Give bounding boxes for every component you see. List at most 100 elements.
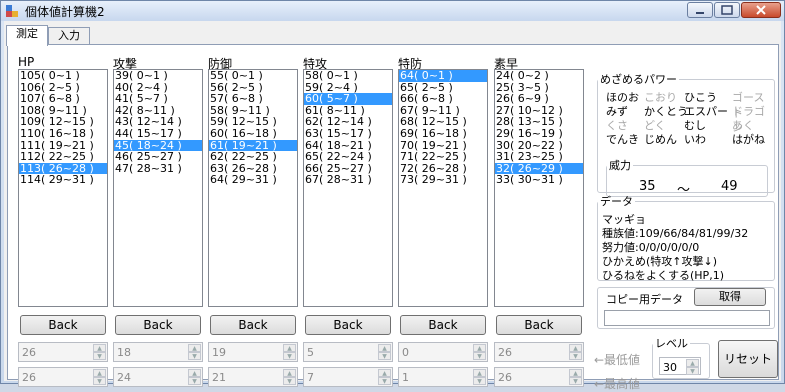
defense-back-button[interactable]: Back bbox=[210, 315, 296, 335]
sp-defense-max-stepper[interactable]: 1 ▲ ▼ bbox=[398, 367, 488, 387]
title-bar[interactable]: 個体値計算機2 bbox=[1, 1, 784, 21]
list-item[interactable]: 31( 23~25 ) bbox=[495, 151, 583, 163]
chevron-up-icon[interactable]: ▲ bbox=[283, 369, 296, 377]
tab-input[interactable]: 入力 bbox=[48, 27, 90, 45]
defense-min-stepper[interactable]: 19 ▲ ▼ bbox=[208, 342, 298, 362]
list-item[interactable]: 105( 0~1 ) bbox=[19, 70, 107, 82]
window-title: 個体値計算機2 bbox=[25, 5, 105, 19]
maximize-button[interactable] bbox=[714, 2, 740, 18]
sp-attack-max-value: 7 bbox=[307, 371, 314, 384]
chevron-up-icon[interactable]: ▲ bbox=[569, 369, 582, 377]
chevron-up-icon[interactable]: ▲ bbox=[188, 369, 201, 377]
chevron-up-icon[interactable]: ▲ bbox=[93, 369, 106, 377]
list-item[interactable]: 110( 16~18 ) bbox=[19, 128, 107, 140]
defense-listbox[interactable]: 55( 0~1 ) 56( 2~5 ) 57( 6~8 ) 58( 9~11 ) 59(… bbox=[208, 69, 298, 307]
close-button[interactable] bbox=[741, 2, 781, 18]
fetch-button[interactable]: 取得 bbox=[694, 288, 766, 306]
speed-max-stepper[interactable]: 26 ▲ ▼ bbox=[494, 367, 584, 387]
hp-back-button[interactable]: Back bbox=[20, 315, 106, 335]
hidden-power-label: めざめるパワー bbox=[600, 73, 677, 86]
measure-tab-page: HP 105( 0~1 ) 106( 2~5 ) 107( 6~8 ) 108( 9~1… bbox=[7, 44, 779, 391]
chevron-down-icon[interactable]: ▼ bbox=[473, 352, 486, 360]
list-item[interactable]: 60( 16~18 ) bbox=[209, 128, 297, 140]
sp-defense-back-button[interactable]: Back bbox=[400, 315, 486, 335]
level-value: 30 bbox=[663, 361, 677, 374]
chevron-down-icon[interactable]: ▼ bbox=[378, 352, 391, 360]
chevron-up-icon[interactable]: ▲ bbox=[283, 344, 296, 352]
list-item[interactable]: 46( 25~27 ) bbox=[114, 151, 202, 163]
hp-listbox[interactable]: 105( 0~1 ) 106( 2~5 ) 107( 6~8 ) 108( 9~11 … bbox=[18, 69, 108, 307]
sp-attack-min-value: 5 bbox=[307, 346, 314, 359]
list-item[interactable]: 47( 28~31 ) bbox=[114, 163, 202, 175]
list-item[interactable]: 112( 22~25 ) bbox=[19, 151, 107, 163]
chevron-up-icon[interactable]: ▲ bbox=[473, 344, 486, 352]
list-item[interactable]: 33( 30~31 ) bbox=[495, 174, 583, 186]
list-item[interactable]: 29( 16~19 ) bbox=[495, 128, 583, 140]
speed-listbox[interactable]: 24( 0~2 ) 25( 3~5 ) 26( 6~9 ) 27( 10~12 ) 28… bbox=[494, 69, 584, 307]
defense-max-stepper[interactable]: 21 ▲ ▼ bbox=[208, 367, 298, 387]
chevron-up-icon[interactable]: ▲ bbox=[473, 369, 486, 377]
chevron-down-icon[interactable]: ▼ bbox=[569, 352, 582, 360]
attack-min-value: 18 bbox=[117, 346, 131, 359]
sp-attack-max-stepper[interactable]: 7 ▲ ▼ bbox=[303, 367, 393, 387]
list-item[interactable]: 44( 15~17 ) bbox=[114, 128, 202, 140]
copy-data-textbox[interactable] bbox=[604, 310, 770, 326]
list-item[interactable]: 64( 0~1 ) bbox=[399, 70, 487, 82]
chevron-up-icon[interactable]: ▲ bbox=[686, 359, 699, 367]
list-item[interactable]: 55( 0~1 ) bbox=[209, 70, 297, 82]
list-item[interactable]: 39( 0~1 ) bbox=[114, 70, 202, 82]
sp-attack-min-stepper[interactable]: 5 ▲ ▼ bbox=[303, 342, 393, 362]
min-value-label: ←最低値 bbox=[594, 353, 641, 367]
list-item[interactable]: 63( 15~17 ) bbox=[304, 128, 392, 140]
list-item[interactable]: 67( 28~31 ) bbox=[304, 174, 392, 186]
hp-max-value: 26 bbox=[22, 371, 36, 384]
power-min-value: 35 bbox=[639, 179, 656, 194]
hp-max-stepper[interactable]: 26 ▲ ▼ bbox=[18, 367, 108, 387]
list-item[interactable]: 62( 22~25 ) bbox=[209, 151, 297, 163]
chevron-up-icon[interactable]: ▲ bbox=[188, 344, 201, 352]
hidden-power-type: いわ bbox=[684, 133, 706, 146]
hidden-power-group: めざめるパワー ほのお こおり ひこう ゴースト みず かくとう エスパー ドラゴン くさ どくむ… bbox=[597, 71, 775, 198]
chevron-up-icon[interactable]: ▲ bbox=[378, 369, 391, 377]
chevron-down-icon[interactable]: ▼ bbox=[93, 352, 106, 360]
chevron-up-icon[interactable]: ▲ bbox=[569, 344, 582, 352]
defense-min-value: 19 bbox=[212, 346, 226, 359]
speed-back-button[interactable]: Back bbox=[496, 315, 582, 335]
minimize-button[interactable] bbox=[687, 2, 713, 18]
data-label: データ bbox=[600, 195, 633, 208]
speed-min-stepper[interactable]: 26 ▲ ▼ bbox=[494, 342, 584, 362]
list-item[interactable]: 24( 0~2 ) bbox=[495, 70, 583, 82]
sp-attack-listbox[interactable]: 58( 0~1 ) 59( 2~4 ) 60( 5~7 ) 61( 8~11 ) 62(… bbox=[303, 69, 393, 307]
level-stepper[interactable]: 30 ▲ ▼ bbox=[659, 357, 701, 375]
chevron-down-icon[interactable]: ▼ bbox=[188, 352, 201, 360]
chevron-up-icon[interactable]: ▲ bbox=[378, 344, 391, 352]
sp-attack-back-button[interactable]: Back bbox=[305, 315, 391, 335]
attack-listbox[interactable]: 39( 0~1 ) 40( 2~4 ) 41( 5~7 ) 42( 8~11 ) 43(… bbox=[113, 69, 203, 307]
list-item[interactable]: 58( 0~1 ) bbox=[304, 70, 392, 82]
hidden-power-type: じめん bbox=[644, 133, 677, 146]
tab-measure[interactable]: 測定 bbox=[6, 25, 48, 46]
power-max-value: 49 bbox=[721, 179, 738, 194]
attack-back-button[interactable]: Back bbox=[115, 315, 201, 335]
hidden-power-type: でんき bbox=[606, 133, 639, 146]
sp-defense-min-stepper[interactable]: 0 ▲ ▼ bbox=[398, 342, 488, 362]
list-item[interactable]: 69( 16~18 ) bbox=[399, 128, 487, 140]
level-group: レベル 30 ▲ ▼ bbox=[652, 335, 710, 379]
attack-min-stepper[interactable]: 18 ▲ ▼ bbox=[113, 342, 203, 362]
sp-defense-listbox[interactable]: 64( 0~1 ) 65( 2~5 ) 66( 6~8 ) 67( 9~11 ) 68(… bbox=[398, 69, 488, 307]
defense-max-value: 21 bbox=[212, 371, 226, 384]
list-item[interactable]: 65( 22~24 ) bbox=[304, 151, 392, 163]
reset-button[interactable]: リセット bbox=[718, 340, 778, 378]
hidden-power-type: はがね bbox=[732, 133, 765, 146]
sp-defense-min-value: 0 bbox=[402, 346, 409, 359]
list-item[interactable]: 73( 29~31 ) bbox=[399, 174, 487, 186]
app-icon bbox=[6, 5, 18, 17]
chevron-down-icon[interactable]: ▼ bbox=[686, 367, 699, 375]
hp-min-stepper[interactable]: 26 ▲ ▼ bbox=[18, 342, 108, 362]
list-item[interactable]: 64( 29~31 ) bbox=[209, 174, 297, 186]
list-item[interactable]: 114( 29~31 ) bbox=[19, 174, 107, 186]
chevron-up-icon[interactable]: ▲ bbox=[93, 344, 106, 352]
attack-max-stepper[interactable]: 24 ▲ ▼ bbox=[113, 367, 203, 387]
chevron-down-icon[interactable]: ▼ bbox=[283, 352, 296, 360]
list-item[interactable]: 71( 22~25 ) bbox=[399, 151, 487, 163]
